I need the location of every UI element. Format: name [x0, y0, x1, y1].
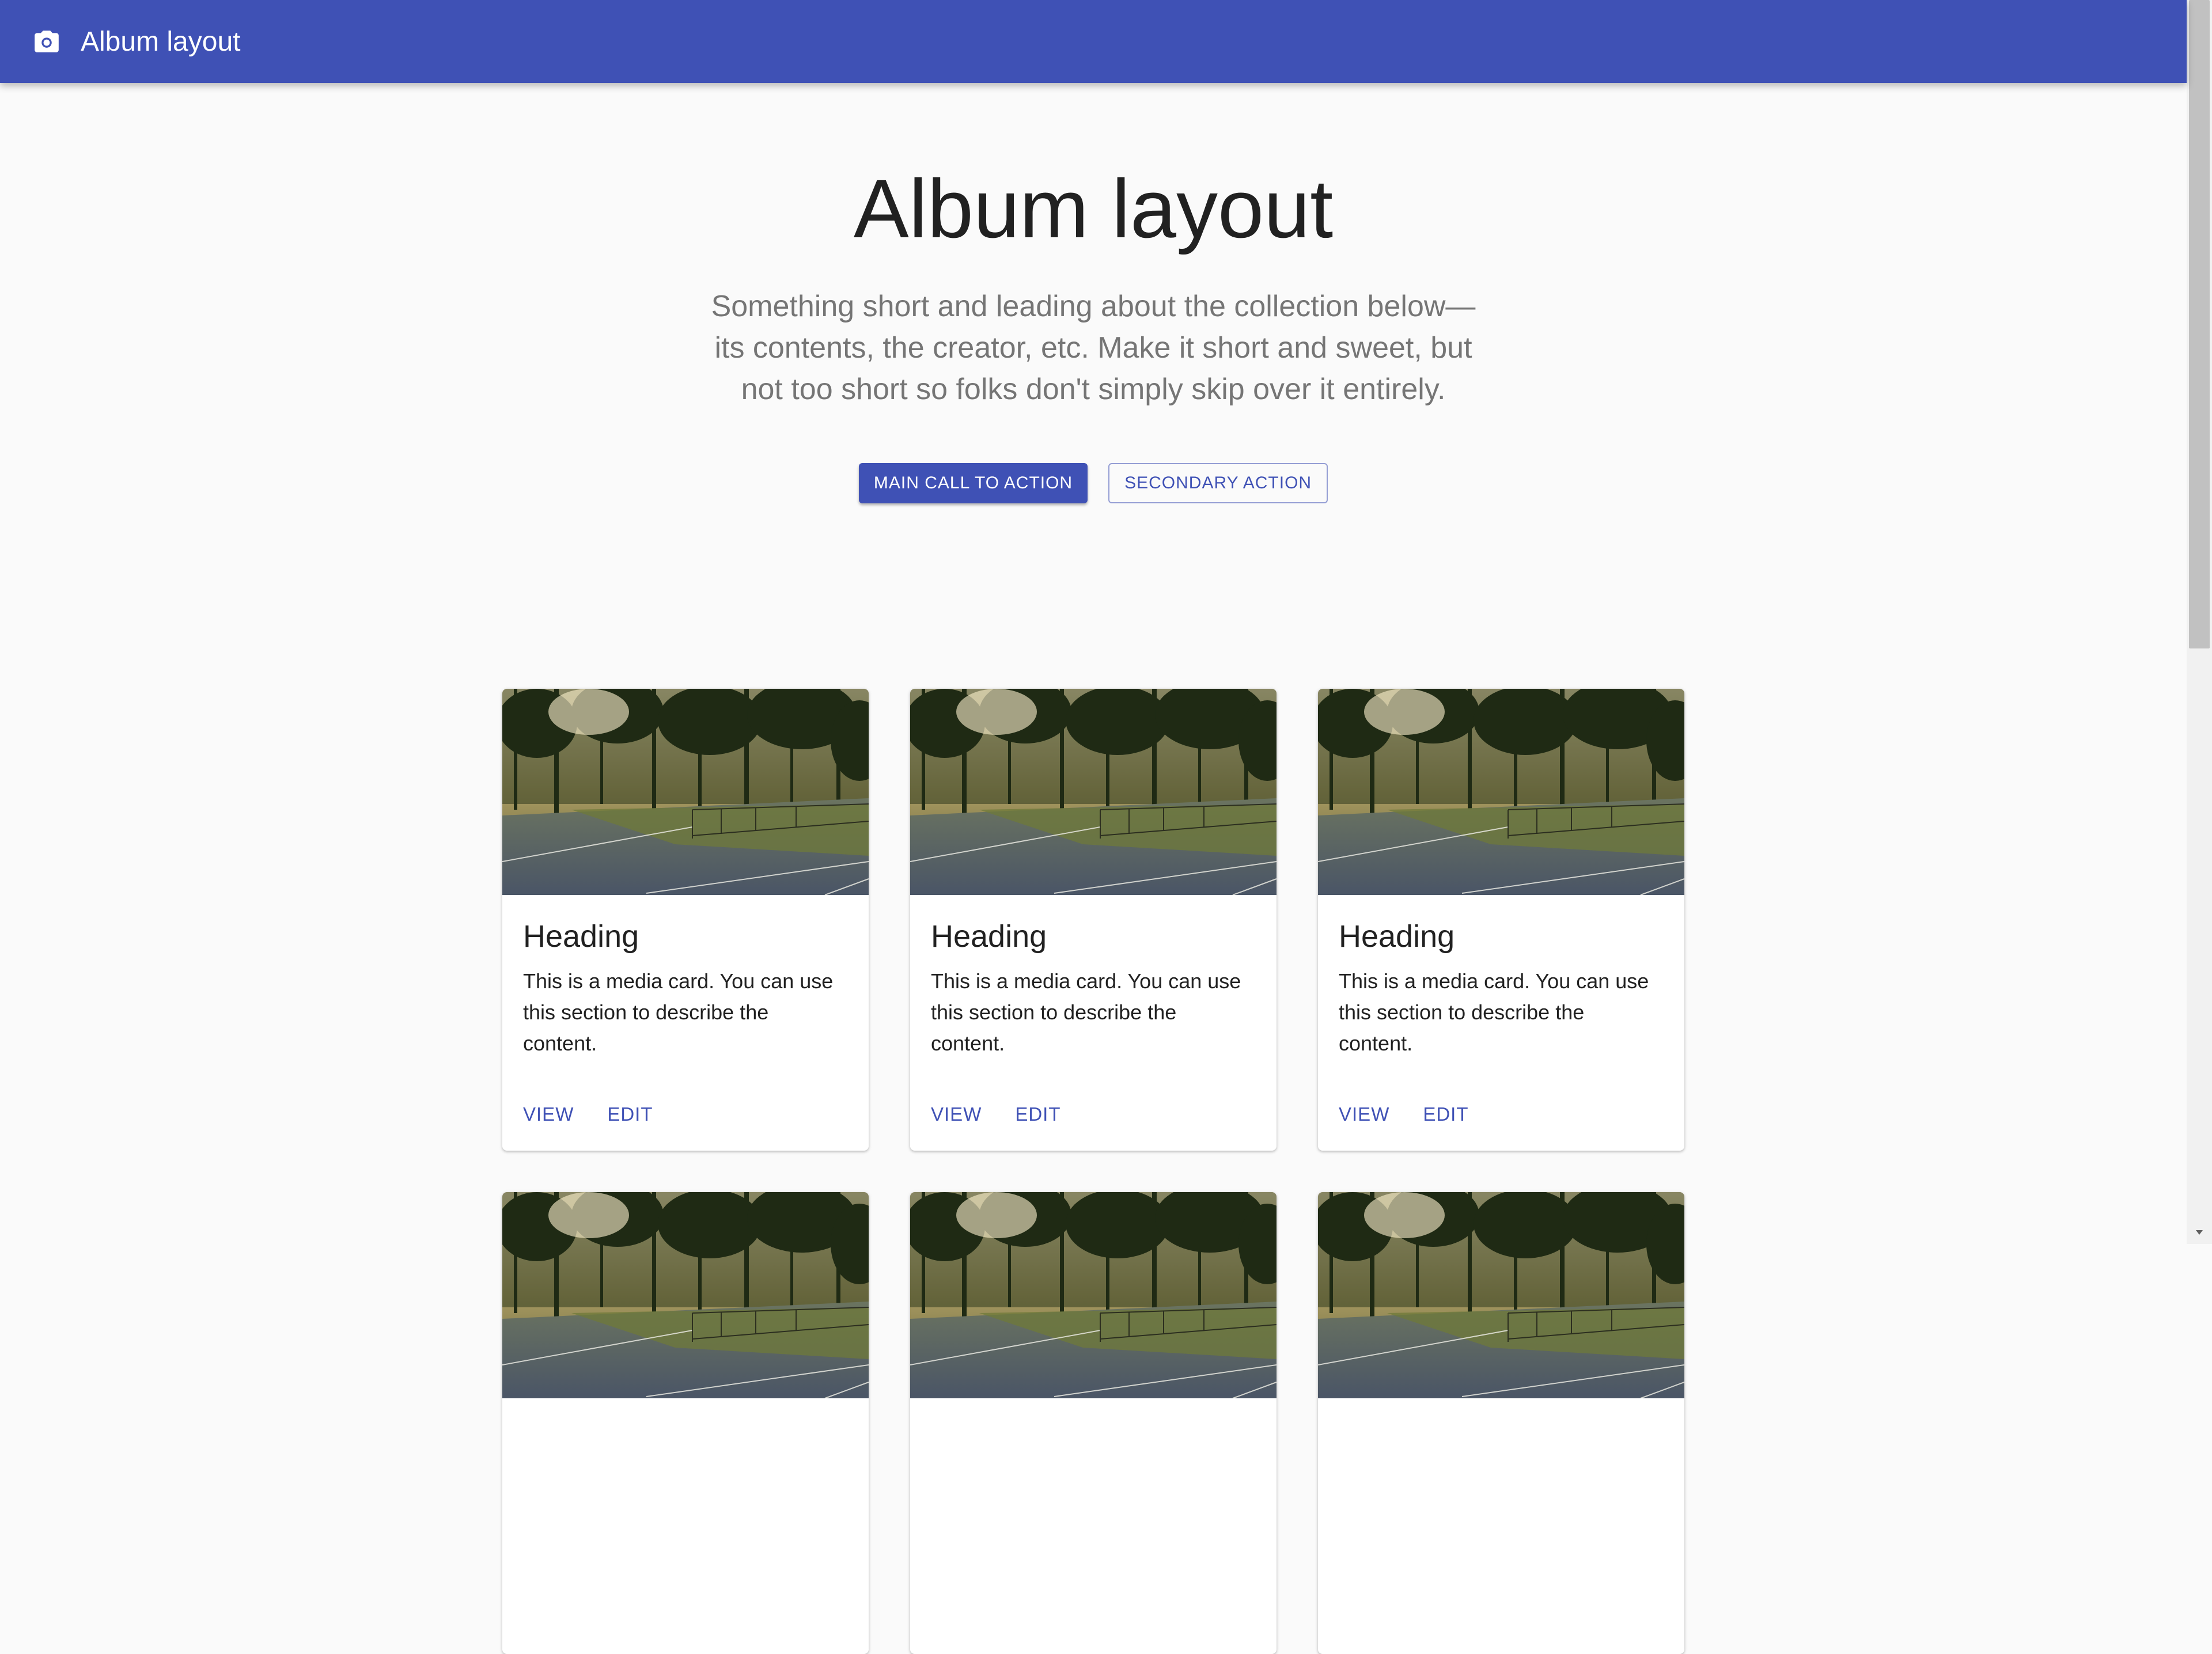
card-media-image — [1318, 689, 1684, 895]
media-card: Heading This is a media card. You can us… — [502, 689, 869, 1151]
card-media-image — [910, 689, 1277, 895]
main-call-to-action-button[interactable]: Main call to action — [858, 463, 1088, 504]
card-description: This is a media card. You can use this s… — [523, 969, 834, 1055]
hero-section: Album layout Something short and leading… — [0, 83, 2187, 504]
card-actions: View Edit — [924, 1099, 1068, 1130]
card-media-image — [1318, 1192, 1684, 1398]
hero-description: Something short and leading about the co… — [711, 290, 1476, 407]
card-heading: Heading — [1339, 919, 1455, 954]
scrollbar-thumb[interactable] — [2189, 0, 2210, 648]
vertical-scrollbar[interactable] — [2187, 0, 2212, 1244]
edit-button[interactable]: Edit — [1008, 1099, 1067, 1130]
hero-actions: Main call to action Secondary action — [0, 463, 2187, 504]
card-heading: Heading — [523, 919, 639, 954]
hero-title: Album layout — [853, 162, 1334, 255]
view-button[interactable]: View — [924, 1099, 988, 1130]
view-button[interactable]: View — [1332, 1099, 1396, 1130]
card-description: This is a media card. You can use this s… — [1339, 969, 1649, 1055]
card-media-image — [502, 689, 869, 895]
view-button[interactable]: View — [516, 1099, 581, 1130]
secondary-action-button[interactable]: Secondary action — [1108, 463, 1328, 504]
media-card: Heading This is a media card. You can us… — [1318, 689, 1684, 1151]
camera-icon — [32, 27, 61, 56]
edit-button[interactable]: Edit — [1416, 1099, 1475, 1130]
card-media-image — [502, 1192, 869, 1398]
card-media-image — [910, 1192, 1277, 1398]
card-heading: Heading — [931, 919, 1047, 954]
media-card-partial — [502, 1192, 869, 1654]
media-card-partial — [910, 1192, 1277, 1654]
edit-button[interactable]: Edit — [600, 1099, 660, 1130]
media-card: Heading This is a media card. You can us… — [910, 689, 1277, 1151]
scroll-down-arrow-icon[interactable] — [2187, 1221, 2212, 1244]
app-bar: Album layout — [0, 0, 2187, 83]
app-title: Album layout — [81, 26, 241, 57]
media-card-partial — [1318, 1192, 1684, 1654]
card-actions: View Edit — [1332, 1099, 1476, 1130]
card-grid: Heading This is a media card. You can us… — [502, 689, 1684, 1654]
card-actions: View Edit — [516, 1099, 660, 1130]
card-description: This is a media card. You can use this s… — [931, 969, 1241, 1055]
